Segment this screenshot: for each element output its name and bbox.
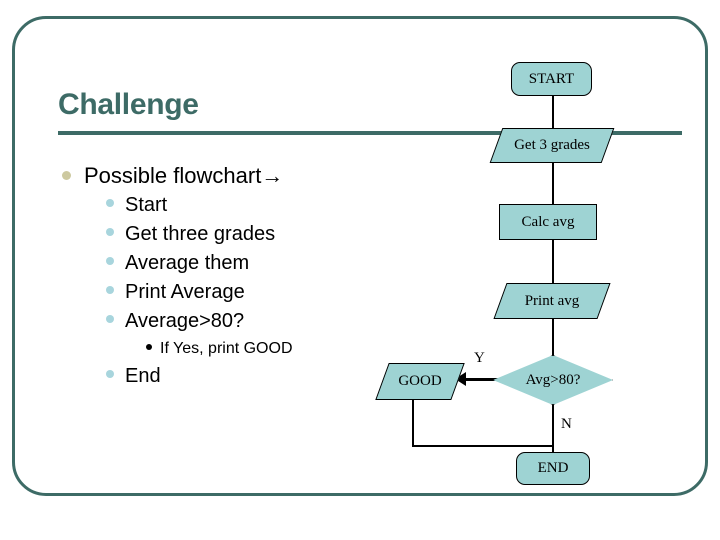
flow-node-end[interactable]: END [516, 452, 590, 485]
flow-node-print-avg-label: Print avg [524, 292, 580, 309]
edge-label-yes: Y [474, 350, 485, 366]
connector-calcavg-to-printavg [552, 239, 554, 284]
flow-node-get-grades-label: Get 3 grades [514, 137, 590, 153]
flow-node-good-label: GOOD [398, 373, 442, 389]
flow-node-decision[interactable]: Avg>80? [493, 355, 613, 405]
slide: Challenge Possible flowchart→ Start Get … [0, 0, 720, 540]
flow-node-start[interactable]: START [511, 62, 592, 96]
flow-node-end-label: END [537, 460, 569, 476]
edge-label-no: N [561, 416, 572, 432]
connector-good-down [412, 400, 414, 446]
flowchart-diagram: START Get 3 grades Calc avg Print avg Av… [0, 0, 720, 540]
flow-node-calc-avg[interactable]: Calc avg [499, 204, 597, 240]
connector-printavg-to-decision [552, 318, 554, 357]
flow-node-get-grades[interactable]: Get 3 grades [489, 128, 615, 163]
connector-start-to-getgrades [552, 96, 554, 130]
flow-node-decision-label: Avg>80? [525, 371, 581, 388]
connector-good-to-end-join [412, 445, 553, 447]
flow-node-calc-avg-label: Calc avg [521, 213, 575, 230]
flow-node-print-avg[interactable]: Print avg [493, 283, 611, 319]
connector-getgrades-to-calcavg [552, 162, 554, 206]
flow-node-start-label: START [528, 70, 575, 87]
flow-node-good[interactable]: GOOD [375, 363, 465, 400]
